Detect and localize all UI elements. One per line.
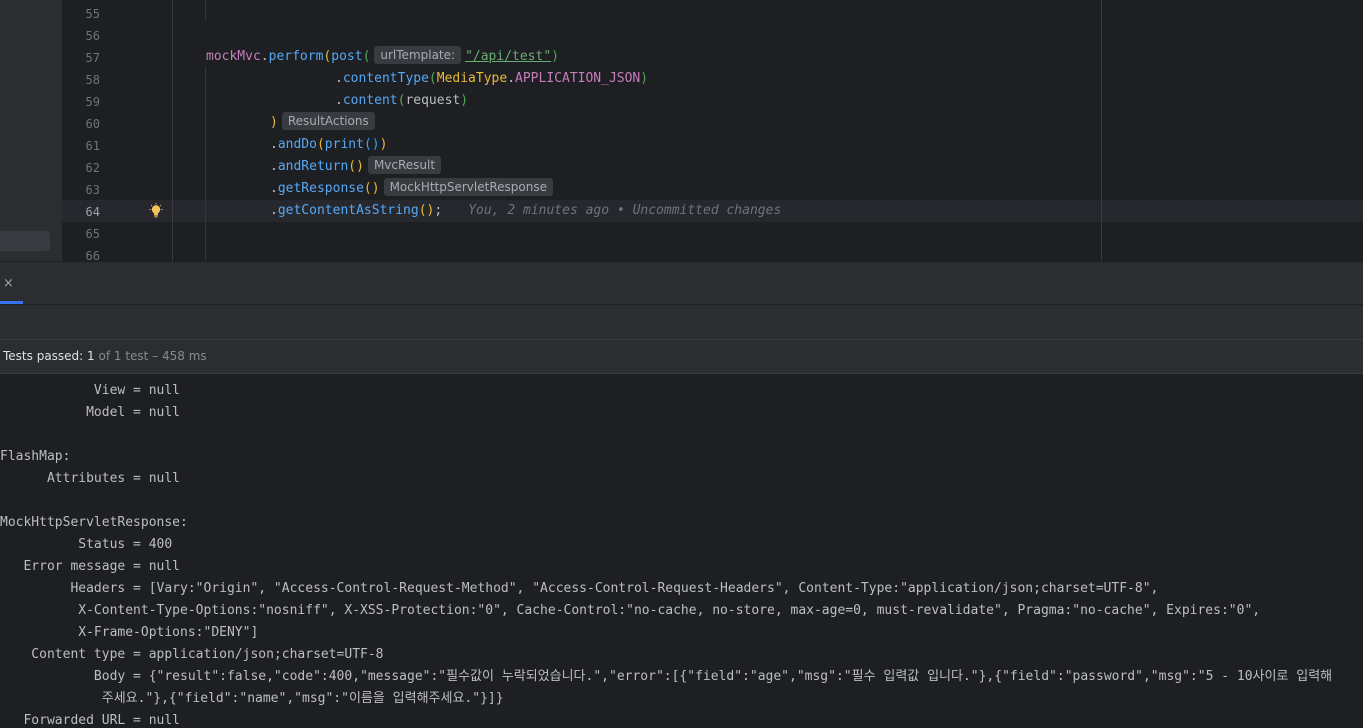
console-line: Body = {"result":false,"code":400,"messa… xyxy=(0,669,1333,684)
code-method: andDo xyxy=(277,137,317,152)
run-tool-window-header: × xyxy=(0,261,1363,304)
line-number: 59 xyxy=(85,95,100,109)
code-variable: request xyxy=(405,93,461,108)
line-number-active: 64 xyxy=(85,205,100,219)
console-line: Model = null xyxy=(0,405,181,420)
code-method: getResponse xyxy=(277,181,364,196)
run-toolbar xyxy=(0,304,1363,339)
code-paren: ) xyxy=(460,93,469,108)
code-class: MediaType xyxy=(436,71,508,86)
code-line-58[interactable]: .contentType(MediaType.APPLICATION_JSON) xyxy=(335,68,648,90)
git-blame-annotation[interactable]: You, 2 minutes ago • Uncommitted changes xyxy=(468,203,781,218)
console-line: 주세요."},{"field":"name","msg":"이름을 입력해주세요… xyxy=(0,691,504,706)
code-paren: ( xyxy=(428,71,437,86)
code-dot: . xyxy=(270,203,278,218)
line-number: 66 xyxy=(85,249,100,261)
code-method: contentType xyxy=(342,71,429,86)
console-line: X-Content-Type-Options:"nosniff", X-XSS-… xyxy=(0,603,1261,618)
inlay-hint-type: MockHttpServletResponse xyxy=(383,178,553,196)
code-dot: . xyxy=(260,49,269,64)
code-dot: . xyxy=(507,71,516,86)
code-line-60[interactable]: ) ResultActions xyxy=(270,112,379,134)
line-number: 63 xyxy=(85,183,100,197)
console-line: View = null xyxy=(0,383,181,398)
code-paren: ( xyxy=(316,137,325,152)
line-number: 65 xyxy=(85,227,100,241)
inlay-hint-type: MvcResult xyxy=(367,156,442,174)
code-editor[interactable]: 55 56 57 58 59 60 61 62 63 64 65 66 mock… xyxy=(0,0,1363,261)
test-status-bar: Tests passed: 1 of 1 test – 458 ms xyxy=(0,339,1363,374)
console-line: MockHttpServletResponse: xyxy=(0,515,188,530)
code-dot: . xyxy=(270,137,278,152)
right-margin-line xyxy=(1101,0,1102,261)
inlay-hint-type: ResultActions xyxy=(281,112,375,130)
code-method: perform xyxy=(268,49,324,64)
console-line: FlashMap: xyxy=(0,449,71,464)
line-number: 60 xyxy=(85,117,100,131)
code-dot: . xyxy=(270,181,278,196)
line-number: 55 xyxy=(85,7,100,21)
code-paren: ) xyxy=(640,71,649,86)
project-tree-strip xyxy=(0,0,62,261)
console-line: Error message = null xyxy=(0,559,181,574)
line-number: 61 xyxy=(85,139,100,153)
indent-guide xyxy=(205,0,206,20)
fold-guide xyxy=(172,0,173,261)
code-paren: ) xyxy=(270,115,278,130)
code-method: print xyxy=(324,137,364,152)
close-tab-icon[interactable]: × xyxy=(3,276,14,291)
code-paren: ( xyxy=(362,49,371,64)
code-method: post xyxy=(331,49,363,64)
code-line-64[interactable]: .getContentAsString(); You, 2 minutes ago… xyxy=(270,200,781,222)
code-paren: ) xyxy=(551,49,559,64)
code-dot: . xyxy=(270,159,278,174)
code-method: content xyxy=(342,93,398,108)
lightbulb-icon[interactable] xyxy=(148,203,164,219)
code-line-57[interactable]: mockMvc.perform(post(urlTemplate: "/api/t… xyxy=(206,46,559,68)
console-line: Forwarded URL = null xyxy=(0,713,181,728)
code-dot: . xyxy=(335,93,343,108)
console-line: Status = 400 xyxy=(0,537,173,552)
console-line: X-Frame-Options:"DENY"] xyxy=(0,625,259,640)
code-paren: ) xyxy=(379,137,388,152)
line-number: 57 xyxy=(85,51,100,65)
code-method: andReturn xyxy=(277,159,349,174)
inlay-hint-param: urlTemplate: xyxy=(374,46,462,64)
console-line: Content type = application/json;charset=… xyxy=(0,647,384,662)
code-paren: () xyxy=(348,159,364,174)
code-field: mockMvc xyxy=(206,49,261,64)
line-number: 62 xyxy=(85,161,100,175)
console-line: Attributes = null xyxy=(0,471,181,486)
code-paren: () xyxy=(363,181,380,196)
line-number: 56 xyxy=(85,29,100,43)
code-line-59[interactable]: .content(request) xyxy=(335,90,468,112)
code-constant: APPLICATION_JSON xyxy=(515,71,641,86)
tests-summary: of 1 test – 458 ms xyxy=(94,349,207,363)
indent-guide xyxy=(205,66,206,261)
code-paren: () xyxy=(418,203,435,218)
tests-passed-label: Tests passed: xyxy=(3,349,88,363)
line-number: 58 xyxy=(85,73,100,87)
code-dot: . xyxy=(335,71,343,86)
console-output[interactable]: View = null Model = null FlashMap: Attri… xyxy=(0,374,1363,728)
tests-passed-count: 1 xyxy=(87,349,95,363)
code-line-62[interactable]: .andReturn() MvcResult xyxy=(270,156,445,178)
code-line-61[interactable]: .andDo(print()) xyxy=(270,134,387,156)
console-line: Headers = [Vary:"Origin", "Access-Contro… xyxy=(0,581,1159,596)
project-tree-selected-item[interactable] xyxy=(0,231,50,251)
code-string: "/api/test" xyxy=(465,49,552,64)
code-method: getContentAsString xyxy=(277,203,419,218)
code-semicolon: ; xyxy=(434,203,443,218)
code-paren: () xyxy=(363,137,380,152)
code-line-63[interactable]: .getResponse() MockHttpServletResponse xyxy=(270,178,557,200)
